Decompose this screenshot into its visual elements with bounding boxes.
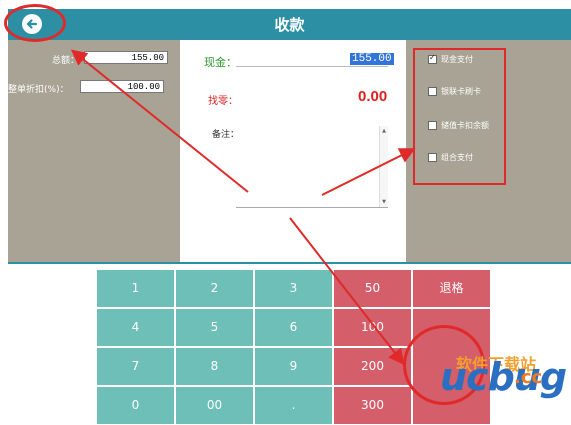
watermark-brand: ucbug (440, 355, 567, 399)
watermark-suffix: .cc (514, 367, 543, 388)
